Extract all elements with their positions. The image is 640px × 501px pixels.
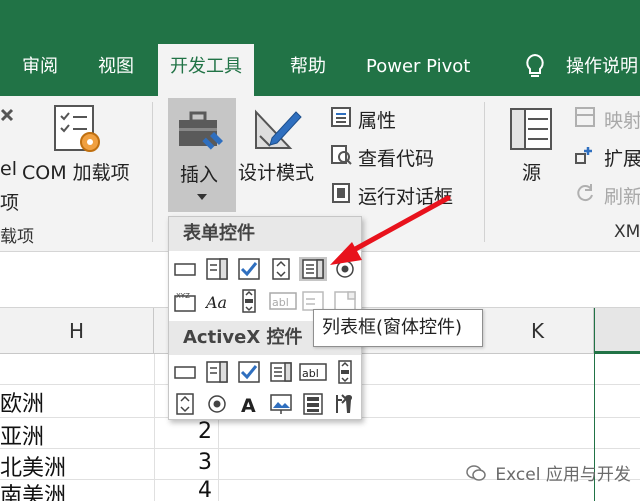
- svg-text:abl: abl: [272, 296, 289, 309]
- excel-window: 审阅 视图 开发工具 帮助 Power Pivot 操作说明 el 项 COM …: [0, 0, 640, 501]
- tab-review[interactable]: 审阅: [22, 52, 58, 82]
- list-box-tooltip: 列表框(窗体控件): [313, 309, 483, 347]
- map-properties-icon: [574, 106, 596, 128]
- column-header-k[interactable]: K: [482, 308, 594, 354]
- tab-power-pivot[interactable]: Power Pivot: [366, 52, 470, 82]
- activex-combo-box-icon[interactable]: [205, 360, 229, 384]
- com-addins-icon[interactable]: [52, 104, 102, 156]
- activex-option-button-icon[interactable]: [205, 392, 229, 416]
- design-mode-icon[interactable]: [250, 106, 304, 154]
- activex-spin-button-icon[interactable]: [173, 392, 197, 416]
- chevron-down-icon: [197, 194, 207, 200]
- form-group-box-icon[interactable]: XYZ: [173, 289, 197, 313]
- insert-controls-button[interactable]: 插入: [168, 98, 236, 212]
- view-code-label[interactable]: 查看代码: [358, 144, 434, 171]
- com-addins-label[interactable]: COM 加载项: [22, 158, 130, 185]
- svg-text:abl: abl: [302, 367, 319, 380]
- form-combo-box-icon[interactable]: [205, 257, 229, 281]
- watermark-text: Excel 应用与开发: [495, 465, 631, 485]
- column-header-h[interactable]: H: [0, 308, 154, 354]
- xml-source-icon[interactable]: [508, 106, 554, 152]
- form-text-field-icon: abl: [269, 289, 297, 313]
- refresh-data-icon: [574, 182, 596, 204]
- form-spin-button-icon[interactable]: [269, 257, 293, 281]
- cell-h-asia[interactable]: 亚洲: [0, 419, 44, 451]
- activex-image-icon[interactable]: [269, 392, 293, 416]
- activex-command-button-icon[interactable]: [173, 360, 197, 384]
- cell-h-south-america[interactable]: 南美洲: [0, 478, 66, 501]
- cell-i-value[interactable]: 2: [198, 419, 212, 444]
- svg-text:XYZ: XYZ: [176, 292, 190, 300]
- row-gridline: [0, 448, 640, 449]
- properties-icon[interactable]: [330, 106, 352, 128]
- form-checkbox-icon[interactable]: [237, 257, 261, 281]
- tab-help[interactable]: 帮助: [290, 52, 326, 82]
- toolbox-icon: [176, 108, 226, 154]
- group-divider: [152, 102, 153, 242]
- activex-scroll-bar-icon[interactable]: [333, 360, 357, 384]
- svg-text:A: A: [241, 395, 256, 416]
- view-code-icon[interactable]: [330, 144, 352, 166]
- activex-text-box-icon[interactable]: abl: [299, 360, 327, 384]
- expansion-packs-label[interactable]: 扩展: [604, 144, 640, 171]
- red-arrow-annotation: [330, 195, 451, 265]
- activex-toggle-button-icon[interactable]: [301, 392, 325, 416]
- addins-group-label: 载项: [0, 227, 34, 247]
- svg-text:Aa: Aa: [205, 293, 227, 312]
- cell-h-europe[interactable]: 欧洲: [0, 386, 44, 418]
- map-properties-label: 映射: [604, 110, 640, 132]
- column-header-l[interactable]: [594, 308, 640, 354]
- source-label[interactable]: 源: [522, 158, 541, 185]
- group-divider: [484, 102, 485, 242]
- form-scroll-bar-icon[interactable]: [237, 289, 261, 313]
- activex-checkbox-icon[interactable]: [237, 360, 261, 384]
- activex-list-box-icon[interactable]: [269, 360, 293, 384]
- column-gridline: [154, 354, 155, 501]
- design-mode-label[interactable]: 设计模式: [238, 158, 314, 185]
- cell-i-value[interactable]: 4: [198, 478, 212, 501]
- excel-addins-icon[interactable]: [0, 106, 14, 134]
- ribbon-tab-bar: 审阅 视图 开发工具 帮助 Power Pivot 操作说明: [0, 0, 640, 96]
- tab-view[interactable]: 视图: [98, 52, 134, 82]
- refresh-data-label: 刷新: [604, 186, 640, 208]
- excel-addins-label-line2[interactable]: 项: [0, 188, 19, 215]
- excel-addins-label[interactable]: el: [0, 158, 17, 180]
- tab-developer[interactable]: 开发工具: [158, 44, 254, 96]
- properties-label[interactable]: 属性: [358, 106, 396, 133]
- form-button-icon[interactable]: [173, 257, 197, 281]
- wechat-icon: [466, 464, 486, 487]
- cell-i-value[interactable]: 3: [198, 450, 212, 475]
- activex-label-icon[interactable]: A: [237, 392, 261, 416]
- xml-group-label: XM: [614, 222, 640, 242]
- tell-me-search[interactable]: 操作说明: [566, 52, 638, 82]
- activex-more-controls-icon[interactable]: [333, 392, 357, 416]
- watermark: Excel 应用与开发: [466, 460, 631, 487]
- lightbulb-icon[interactable]: [523, 52, 547, 82]
- form-label-icon[interactable]: Aa: [205, 289, 229, 313]
- expansion-packs-icon[interactable]: [574, 144, 596, 166]
- insert-label: 插入: [180, 164, 219, 186]
